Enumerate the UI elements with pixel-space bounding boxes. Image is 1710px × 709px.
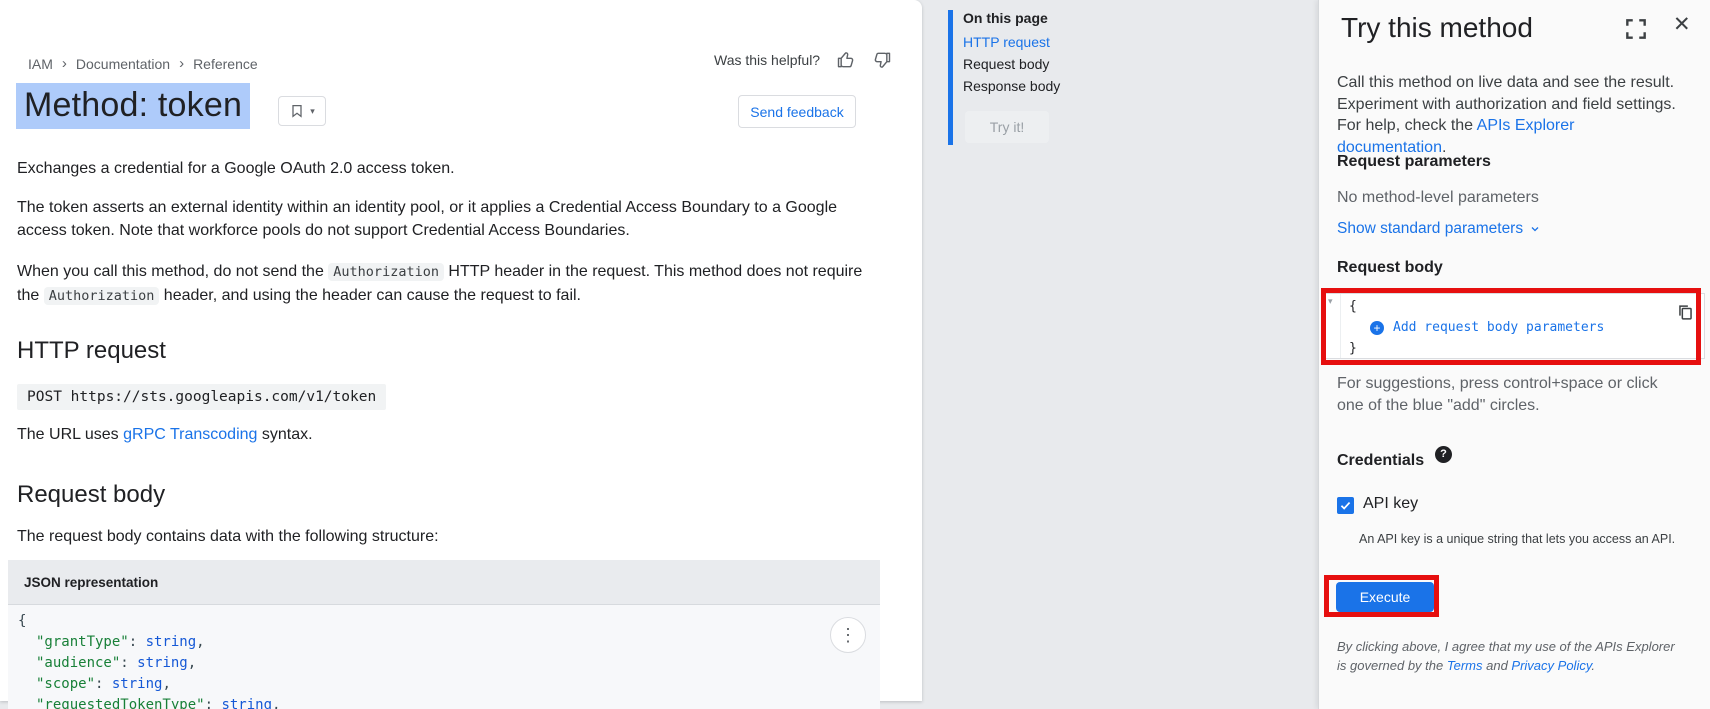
json-key: "scope" — [36, 676, 95, 692]
check-icon — [1339, 499, 1352, 512]
breadcrumb-item-documentation[interactable]: Documentation — [76, 56, 170, 72]
text: header, and using the header can cause t… — [159, 287, 581, 304]
code-line: { — [1349, 296, 1604, 317]
json-code: { "grantType": string, "audience": strin… — [8, 605, 880, 709]
show-standard-parameters-link[interactable]: Show standard parameters — [1337, 220, 1541, 238]
paragraph-token-asserts: The token asserts an external identity w… — [17, 197, 865, 242]
http-request-code: POST https://sts.googleapis.com/v1/token — [17, 384, 386, 410]
bookmark-button[interactable]: ▾ — [278, 96, 326, 126]
text: When you call this method, do not send t… — [17, 263, 328, 280]
code-line: "audience": string, — [18, 653, 880, 674]
json-representation-block: JSON representation { "grantType": strin… — [8, 560, 880, 709]
code-more-options-button[interactable]: ⋮ — [830, 617, 866, 653]
text: Add request body parameters — [1393, 317, 1604, 338]
toc-link-request-body[interactable]: Request body — [963, 56, 1049, 72]
code-line: "grantType": string, — [18, 632, 880, 653]
panel-title: Try this method — [1341, 12, 1533, 44]
add-request-body-parameters-link[interactable]: + Add request body parameters — [1370, 317, 1604, 338]
selected-title-text: Method: token — [16, 83, 250, 129]
punct: : — [120, 655, 137, 671]
text: and — [1483, 658, 1512, 673]
json-value: string — [137, 655, 188, 671]
try-it-button[interactable]: Try it! — [965, 111, 1049, 143]
code-line: { — [18, 611, 880, 632]
toc-link-http-request[interactable]: HTTP request — [963, 34, 1050, 50]
text: . — [1591, 658, 1595, 673]
page-title: Method: token — [16, 86, 250, 125]
fullscreen-icon[interactable] — [1623, 16, 1649, 42]
json-value: string — [221, 697, 272, 709]
thumb-up-icon[interactable] — [836, 50, 856, 70]
punct: : — [129, 634, 146, 650]
text: Show standard parameters — [1337, 220, 1523, 238]
punct: , — [188, 655, 196, 671]
send-feedback-button[interactable]: Send feedback — [738, 95, 856, 128]
toc-link-response-body[interactable]: Response body — [963, 78, 1060, 94]
json-key: "audience" — [36, 655, 120, 671]
heading-http-request: HTTP request — [17, 337, 166, 365]
json-value: string — [146, 634, 197, 650]
breadcrumb: IAM › Documentation › Reference — [28, 55, 258, 72]
no-parameters-text: No method-level parameters — [1337, 189, 1539, 207]
paragraph-authorization: When you call this method, do not send t… — [17, 260, 865, 308]
panel-description: Call this method on live data and see th… — [1337, 72, 1679, 158]
code-line: } — [1349, 338, 1604, 359]
heading-panel-request-body: Request body — [1337, 259, 1443, 277]
breadcrumb-item-iam[interactable]: IAM — [28, 56, 53, 72]
json-value: string — [112, 676, 163, 692]
grpc-transcoding-link[interactable]: gRPC Transcoding — [123, 426, 257, 443]
api-key-description: An API key is a unique string that lets … — [1359, 532, 1695, 546]
thumb-down-icon[interactable] — [872, 50, 892, 70]
try-this-method-panel: Try this method ✕ Call this method on li… — [1318, 0, 1710, 709]
request-body-intro: The request body contains data with the … — [17, 526, 865, 549]
api-key-checkbox[interactable] — [1337, 497, 1354, 514]
on-this-page-accent-bar — [948, 10, 953, 145]
chevron-right-icon: › — [179, 55, 184, 72]
article-card: IAM › Documentation › Reference Was this… — [0, 0, 922, 701]
inline-code-authorization: Authorization — [44, 287, 160, 305]
kebab-icon: ⋮ — [839, 625, 857, 646]
close-icon[interactable]: ✕ — [1673, 12, 1691, 37]
inline-code-authorization: Authorization — [328, 263, 444, 281]
caret-down-icon: ▾ — [310, 106, 315, 117]
json-key: "grantType" — [36, 634, 129, 650]
was-this-helpful: Was this helpful? — [714, 50, 892, 70]
add-circle-icon: + — [1370, 321, 1384, 335]
chevron-down-icon — [1529, 223, 1541, 235]
bookmark-icon — [289, 103, 305, 119]
fold-toggle-icon[interactable]: ▾ — [1328, 296, 1333, 307]
punct: : — [95, 676, 112, 692]
code-line: "scope": string, — [18, 674, 880, 695]
request-body-editor[interactable]: ▾ { + Add request body parameters } — [1323, 293, 1705, 359]
text: The URL uses — [17, 426, 123, 443]
punct: , — [162, 676, 170, 692]
breadcrumb-item-reference[interactable]: Reference — [193, 56, 258, 72]
copy-icon[interactable] — [1676, 303, 1695, 322]
privacy-policy-link[interactable]: Privacy Policy — [1511, 658, 1591, 673]
code-line: "requestedTokenType": string, — [18, 695, 880, 709]
punct: : — [205, 697, 222, 709]
punct: , — [272, 697, 280, 709]
page-root: IAM › Documentation › Reference Was this… — [0, 0, 1710, 709]
terms-link[interactable]: Terms — [1447, 658, 1483, 673]
editor-code: { + Add request body parameters } — [1349, 296, 1604, 359]
json-representation-header: JSON representation — [8, 560, 880, 605]
api-key-label: API key — [1363, 495, 1418, 513]
heading-request-body: Request body — [17, 481, 165, 509]
help-icon[interactable]: ? — [1435, 446, 1452, 463]
legal-text: By clicking above, I agree that my use o… — [1337, 638, 1675, 675]
heading-request-parameters: Request parameters — [1337, 153, 1491, 171]
grpc-line: The URL uses gRPC Transcoding syntax. — [17, 426, 313, 444]
heading-credentials: Credentials — [1337, 452, 1424, 470]
editor-gutter: ▾ — [1324, 294, 1341, 358]
helpful-question: Was this helpful? — [714, 52, 820, 68]
punct: , — [196, 634, 204, 650]
suggestions-hint: For suggestions, press control+space or … — [1337, 373, 1687, 417]
text: syntax. — [257, 426, 312, 443]
on-this-page-title: On this page — [963, 10, 1048, 26]
chevron-right-icon: › — [62, 55, 67, 72]
execute-button[interactable]: Execute — [1336, 582, 1434, 612]
paragraph-summary: Exchanges a credential for a Google OAut… — [17, 158, 865, 181]
json-key: "requestedTokenType" — [36, 697, 205, 709]
